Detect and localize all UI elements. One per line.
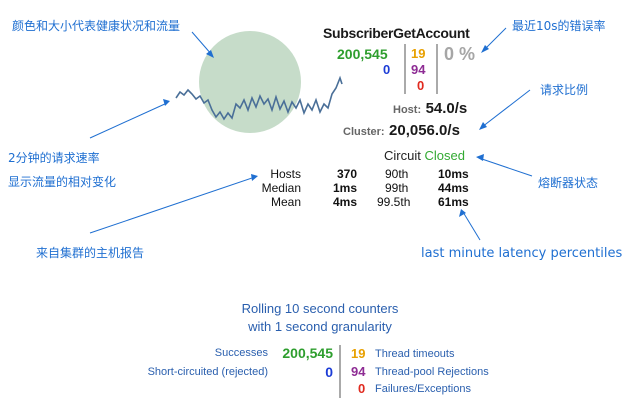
arrow-breaker-state xyxy=(478,157,533,177)
annotation-request-rate: 2分钟的请求速率 xyxy=(8,151,100,165)
annotation-traffic-change: 显示流量的相对变化 xyxy=(8,175,117,189)
success-count: 200,545 xyxy=(337,46,388,62)
stat-latency: 44ms xyxy=(438,181,469,195)
legend-short-value: 0 xyxy=(325,364,333,380)
legend-rejections-label: Thread-pool Rejections xyxy=(375,366,489,378)
stat-value: 370 xyxy=(336,167,357,181)
arrow-latency xyxy=(462,211,481,241)
annotation-breaker-state: 熔断器状态 xyxy=(538,176,599,190)
arrowhead-breaker-state xyxy=(476,154,484,161)
stats-row: Median 1ms 99th 44ms xyxy=(250,181,480,195)
legend-failures-value: 0 xyxy=(358,381,366,396)
stat-label: Hosts xyxy=(270,167,301,181)
stat-percentile: 99.5th xyxy=(377,195,411,209)
cluster-rate: 20,056.0/s xyxy=(389,122,460,139)
timeout-count: 19 xyxy=(411,46,426,61)
legend-timeouts-label: Thread timeouts xyxy=(375,348,455,360)
annotation-color-size: 颜色和大小代表健康状况和流量 xyxy=(12,19,181,33)
cluster-label: Cluster: xyxy=(343,126,385,138)
arrowhead-request-ratio xyxy=(479,122,487,130)
arrow-color-size xyxy=(191,31,213,56)
annotation-request-ratio: 请求比例 xyxy=(540,83,589,97)
arrow-error-rate xyxy=(483,27,507,51)
circuit-label: Circuit xyxy=(384,148,421,163)
arrow-request-ratio xyxy=(481,89,531,128)
stat-percentile: 99th xyxy=(385,181,409,195)
host-rate: 54.0/s xyxy=(425,100,468,117)
failure-count: 0 xyxy=(417,78,425,93)
stats-row: Hosts 370 90th 10ms xyxy=(250,167,480,181)
arrow-request-rate xyxy=(89,102,168,139)
health-circle xyxy=(199,31,301,133)
host-rate-line: Host: 54.0/s xyxy=(393,100,467,118)
annotation-host-report: 来自集群的主机报告 xyxy=(36,246,145,260)
legend-successes-label: Successes xyxy=(214,347,268,359)
stat-label: Median xyxy=(261,181,301,195)
circuit-name: SubscriberGetAccount xyxy=(323,25,470,41)
legend-failures-label: Failures/Exceptions xyxy=(375,383,471,395)
legend-short-label: Short-circuited (rejected) xyxy=(147,366,268,378)
legend-rejections-value: 94 xyxy=(351,364,366,379)
annotation-latency-percentiles: last minute latency percentiles xyxy=(421,246,623,261)
circuit-status-line: Circuit Closed xyxy=(384,148,465,163)
legend-timeouts-value: 19 xyxy=(351,346,366,361)
short-circuited-count: 0 xyxy=(383,62,391,77)
error-percentage: 0 % xyxy=(444,44,476,64)
legend-successes-value: 200,545 xyxy=(282,345,333,361)
legend-title-line1: Rolling 10 second counters xyxy=(241,301,399,316)
stat-label: Mean xyxy=(270,195,301,209)
stat-percentile: 90th xyxy=(385,167,409,181)
stat-value: 4ms xyxy=(332,195,357,209)
rejection-count: 94 xyxy=(411,62,426,77)
stat-value: 1ms xyxy=(332,181,357,195)
stat-latency: 10ms xyxy=(438,167,469,181)
legend-title-line2: with 1 second granularity xyxy=(248,319,392,334)
host-label: Host: xyxy=(393,104,422,116)
cluster-rate-line: Cluster: 20,056.0/s xyxy=(343,122,460,140)
annotation-error-rate: 最近10s的错误率 xyxy=(512,19,606,33)
stats-row: Mean 4ms 99.5th 61ms xyxy=(250,195,480,209)
stat-latency: 61ms xyxy=(438,195,469,209)
circuit-state: Closed xyxy=(424,148,465,163)
arrowhead-request-rate xyxy=(163,99,170,106)
